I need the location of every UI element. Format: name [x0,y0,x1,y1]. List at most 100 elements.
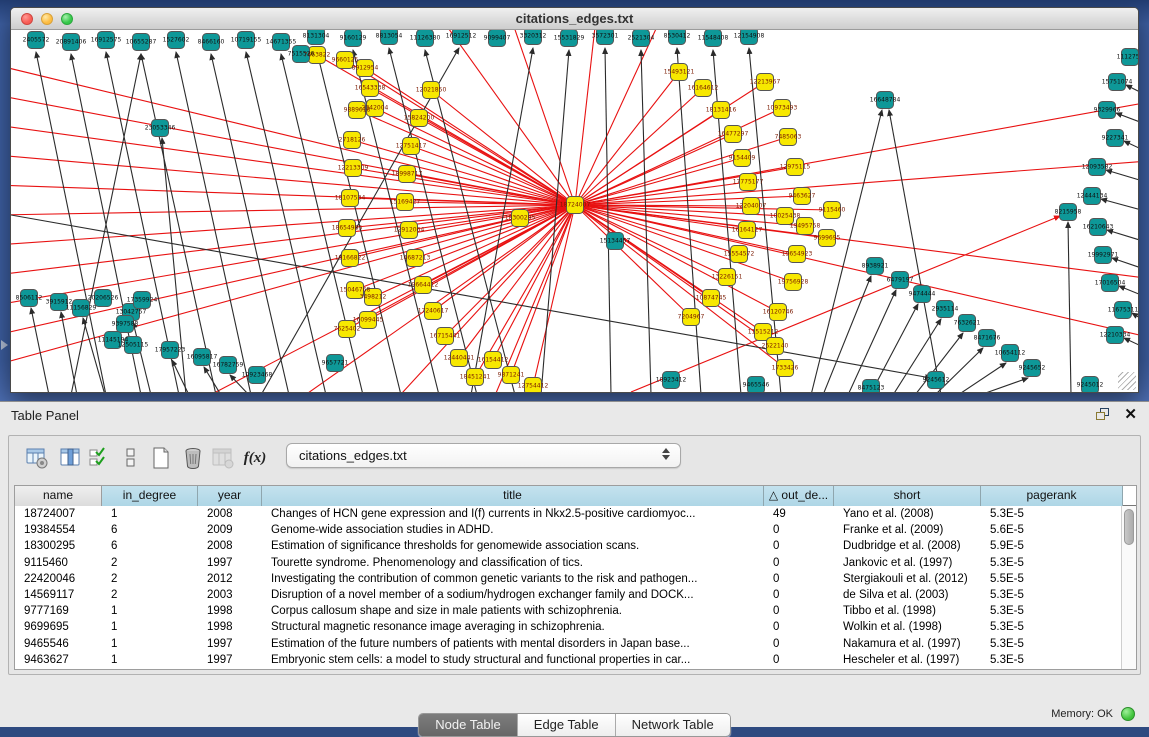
svg-text:16095817: 16095817 [187,354,218,361]
table-cell: 19384554 [15,522,102,538]
table-selector-dropdown[interactable]: citations_edges.txt [286,443,681,468]
table-cell: Dudbridge et al. (2008) [834,538,981,554]
column-header-in_degree[interactable]: in_degree [102,486,198,506]
svg-text:18998717: 18998717 [392,171,423,178]
svg-text:9154409: 9154409 [729,155,756,162]
table-cell: 2009 [198,522,262,538]
svg-text:19495758: 19495758 [790,223,821,230]
table-panel: Table Panel ✕ [0,401,1149,727]
table-cell: Tibbo et al. (1998) [834,603,981,619]
table-row[interactable]: 911546021997Tourette syndrome. Phenomeno… [15,555,1136,571]
table-row[interactable]: 2242004622012Investigating the contribut… [15,571,1136,587]
svg-text:11548408: 11548408 [698,35,729,42]
column-header-short[interactable]: short [834,486,981,506]
network-view-window[interactable]: citations_edges.txt 18724007183002957663… [10,7,1139,393]
table-cell: 18300295 [15,538,102,554]
tab-node-table[interactable]: Node Table [419,714,518,736]
window-resize-grip[interactable] [1118,372,1136,390]
svg-text:2522140: 2522140 [762,343,789,350]
table-row[interactable]: 1872400712008Changes of HCN gene express… [15,506,1136,522]
svg-text:3320312: 3320312 [520,33,547,40]
memory-status-label: Memory: OK [1051,708,1113,720]
svg-text:7485063: 7485063 [775,134,802,141]
table-cell: 9463627 [15,652,102,668]
table-row[interactable]: 969969511998Structural magnetic resonanc… [15,619,1136,635]
svg-text:12912064: 12912064 [394,227,425,234]
column-header-year[interactable]: year [198,486,262,506]
svg-text:14671355: 14671355 [266,39,297,46]
svg-text:13226151: 13226151 [712,274,743,281]
svg-text:12213309: 12213309 [338,165,369,172]
svg-text:16154412: 16154412 [478,357,509,364]
table-cell: 49 [764,506,834,522]
select-rows-icon[interactable] [85,444,113,472]
table-cell: Jankovic et al. (1997) [834,555,981,571]
svg-text:2405572: 2405572 [23,37,50,44]
table-options-icon[interactable] [23,444,51,472]
float-panel-icon[interactable] [1096,408,1110,421]
table-cell: 5.3E-5 [981,506,1123,522]
svg-text:19166822: 19166822 [335,255,366,262]
svg-text:12975115: 12975115 [780,164,811,171]
svg-text:2935114: 2935114 [932,306,959,313]
tab-network-table[interactable]: Network Table [616,714,730,736]
svg-text:10874745: 10874745 [696,295,727,302]
svg-text:16477297: 16477297 [718,131,749,138]
svg-text:10654112: 10654112 [995,350,1026,357]
svg-text:8938921: 8938921 [862,263,889,270]
network-canvas[interactable]: 1872400718300295766382296601258912954165… [11,30,1138,392]
svg-text:16912575: 16912575 [91,37,122,44]
table-cell: 2 [102,587,198,603]
table-row[interactable]: 1938455462009Genome-wide association stu… [15,522,1136,538]
svg-text:9465546: 9465546 [743,382,770,389]
table-row[interactable]: 977716911998Corpus callosum shape and si… [15,603,1136,619]
cytoscape-desktop: citations_edges.txt 18724007183002957663… [0,0,1149,401]
table-cell: Genome-wide association studies in ADHD. [262,522,764,538]
svg-text:9099407: 9099407 [484,35,511,42]
table-cell: Nakamura et al. (1997) [834,636,981,652]
toggle-column-icon[interactable] [57,444,85,472]
svg-text:20206526: 20206526 [88,295,119,302]
svg-text:1527602: 1527602 [163,37,190,44]
table-cell: 22420046 [15,571,102,587]
panel-collapse-arrow-icon[interactable] [1,340,8,350]
function-builder-icon[interactable]: f(x) [241,444,269,472]
column-header-name[interactable]: name [15,486,102,506]
svg-text:9329966: 9329966 [1094,107,1121,114]
table-selector-value: citations_edges.txt [299,448,407,463]
close-panel-icon[interactable]: ✕ [1124,408,1137,421]
column-header-out_de[interactable]: △ out_de... [764,486,834,506]
svg-text:15046768: 15046768 [340,287,371,294]
svg-text:23053346: 23053346 [145,125,176,132]
svg-text:15169427: 15169427 [390,199,421,206]
column-header-title[interactable]: title [262,486,764,506]
table-cell: 5.3E-5 [981,587,1123,603]
column-header-pagerank[interactable]: pagerank [981,486,1123,506]
table-cell: 0 [764,652,834,668]
table-cell: 1 [102,619,198,635]
row-format-icon[interactable] [117,444,145,472]
svg-text:2718126: 2718126 [339,137,366,144]
tab-edge-table[interactable]: Edge Table [518,714,616,736]
table-cell: 2008 [198,506,262,522]
delete-table-icon[interactable] [179,444,207,472]
window-titlebar[interactable]: citations_edges.txt [11,8,1138,30]
table-row[interactable]: 946362711997Embryonic stem cells: a mode… [15,652,1136,668]
svg-text:9245652: 9245652 [1019,365,1046,372]
network-graph: 1872400718300295766382296601258912954165… [11,30,1138,392]
table-cell: 5.3E-5 [981,619,1123,635]
table-row[interactable]: 1830029562008Estimation of significance … [15,538,1136,554]
table-row[interactable]: 946554611997Estimation of the future num… [15,636,1136,652]
svg-text:12021850: 12021850 [416,87,447,94]
table-row[interactable]: 1456911722003Disruption of a novel membe… [15,587,1136,603]
svg-text:11126380: 11126380 [410,35,441,42]
scrollbar-thumb[interactable] [1124,509,1134,545]
new-table-icon[interactable] [147,444,175,472]
svg-text:3572301: 3572301 [592,33,619,40]
svg-text:15493121: 15493121 [664,69,695,76]
table-scrollbar[interactable] [1121,506,1136,669]
svg-text:19992971: 19992971 [1088,252,1119,259]
svg-text:9245012: 9245012 [1077,382,1104,389]
svg-text:12154908: 12154908 [734,33,765,40]
svg-text:10923412: 10923412 [656,377,687,384]
